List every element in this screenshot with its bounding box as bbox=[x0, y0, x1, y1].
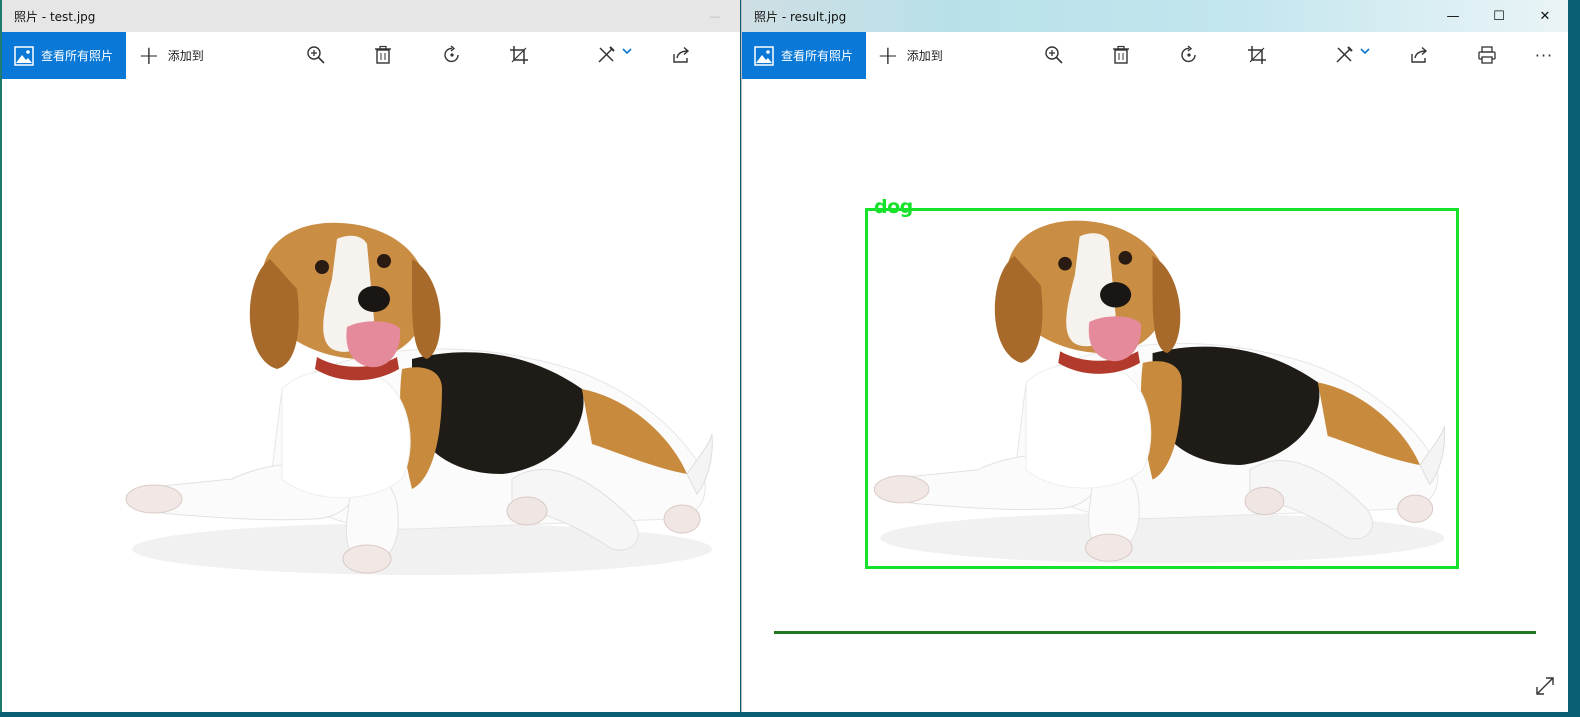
delete-icon[interactable] bbox=[1109, 43, 1133, 67]
add-to-label: 添加到 bbox=[167, 49, 204, 63]
photos-icon bbox=[754, 45, 774, 66]
plus-icon: + bbox=[138, 40, 160, 71]
progress-bar bbox=[774, 631, 1536, 634]
rotate-icon[interactable] bbox=[440, 43, 464, 67]
view-all-photos-label: 查看所有照片 bbox=[781, 49, 854, 63]
edit-icon[interactable] bbox=[594, 43, 618, 67]
view-all-photos-button[interactable]: 查看所有照片 bbox=[742, 32, 866, 79]
share-icon[interactable] bbox=[669, 43, 693, 67]
dog-photo bbox=[125, 222, 713, 575]
view-all-photos-label: 查看所有照片 bbox=[41, 49, 114, 63]
maximize-button[interactable]: ☐ bbox=[1476, 0, 1522, 32]
crop-icon[interactable] bbox=[1245, 43, 1269, 67]
image-canvas[interactable]: dog bbox=[742, 79, 1568, 712]
minimize-button[interactable]: — bbox=[692, 0, 738, 32]
add-to-button[interactable]: + 添加到 bbox=[877, 32, 943, 79]
plus-icon: + bbox=[877, 40, 899, 71]
close-button[interactable]: ✕ bbox=[1522, 0, 1568, 32]
title-bar[interactable]: 照片 - result.jpg — ☐ ✕ bbox=[742, 0, 1568, 32]
window-title: 照片 - result.jpg bbox=[754, 9, 847, 24]
view-all-photos-button[interactable]: 查看所有照片 bbox=[2, 32, 126, 79]
toolbar: 查看所有照片 + 添加到 ··· bbox=[742, 32, 1568, 79]
edit-icon[interactable] bbox=[1332, 43, 1356, 67]
more-icon[interactable]: ··· bbox=[1532, 43, 1556, 67]
zoom-in-icon[interactable] bbox=[1042, 43, 1066, 67]
photos-window-left: 照片 - test.jpg — 查看所有照片 + 添加到 bbox=[0, 0, 740, 712]
image-canvas[interactable] bbox=[2, 79, 740, 712]
add-to-button[interactable]: + 添加到 bbox=[138, 32, 204, 79]
chevron-down-icon[interactable] bbox=[1360, 46, 1370, 56]
expand-icon[interactable] bbox=[1534, 675, 1556, 697]
window-title: 照片 - test.jpg bbox=[14, 9, 96, 24]
photos-window-right: 照片 - result.jpg — ☐ ✕ 查看所有照片 + 添加到 ··· d… bbox=[741, 0, 1568, 712]
delete-icon[interactable] bbox=[371, 43, 395, 67]
detection-bounding-box bbox=[865, 208, 1459, 569]
rotate-icon[interactable] bbox=[1177, 43, 1201, 67]
crop-icon[interactable] bbox=[507, 43, 531, 67]
print-icon[interactable] bbox=[1475, 43, 1499, 67]
toolbar: 查看所有照片 + 添加到 bbox=[2, 32, 740, 79]
title-bar[interactable]: 照片 - test.jpg — bbox=[2, 0, 740, 32]
add-to-label: 添加到 bbox=[906, 49, 943, 63]
share-icon[interactable] bbox=[1407, 43, 1431, 67]
photos-icon bbox=[14, 45, 34, 66]
zoom-in-icon[interactable] bbox=[304, 43, 328, 67]
chevron-down-icon[interactable] bbox=[622, 46, 632, 56]
minimize-button[interactable]: — bbox=[1430, 0, 1476, 32]
detection-label: dog bbox=[874, 196, 913, 218]
